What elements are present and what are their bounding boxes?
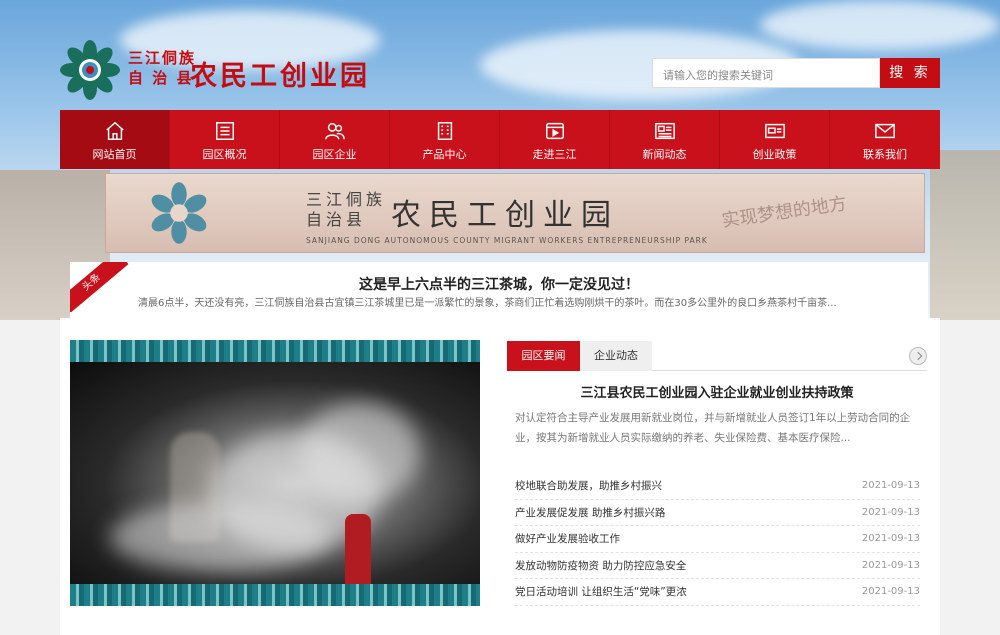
video-smoke <box>300 402 420 502</box>
nav-item-policy[interactable]: 创业政策 <box>720 110 830 169</box>
signboard-line2: 自治县 <box>306 210 367 229</box>
video-smoke <box>110 502 330 572</box>
nav-item-products[interactable]: 产品中心 <box>390 110 500 169</box>
news-date: 2021-09-13 <box>861 559 920 571</box>
video-pattern-bottom <box>70 584 480 606</box>
news-title[interactable]: 产业发展促发展 助推乡村振兴路 <box>515 505 665 520</box>
news-title[interactable]: 党日活动培训 让组织生活“党味”更浓 <box>515 584 687 599</box>
news-title[interactable]: 做好产业发展验收工作 <box>515 531 620 546</box>
tab-park-news[interactable]: 园区要闻 <box>507 341 580 371</box>
video-frame <box>70 362 480 602</box>
card-icon <box>764 123 785 139</box>
logo-emblem-icon <box>60 40 120 100</box>
nav-label: 产品中心 <box>422 148 467 161</box>
signboard-emblem-icon <box>151 182 207 244</box>
chevron-right-icon[interactable] <box>909 347 927 365</box>
logo-small-line2: 自 治 县 <box>128 69 194 87</box>
signboard-title: 农民工创业园 <box>391 198 619 233</box>
headline-desc: 清晨6点半，天还没有亮，三江侗族自治县古宜镇三江茶城里已是一派繁忙的景象，茶商们… <box>138 298 837 309</box>
tab-enterprise-news[interactable]: 企业动态 <box>580 341 652 371</box>
nav-label: 园区概况 <box>202 148 247 161</box>
main-content: 园区要闻 企业动态 三江县农民工创业园入驻企业就业创业扶持政策 对认定符合主导产… <box>60 318 940 635</box>
nav-label: 网站首页 <box>92 148 137 161</box>
nav-item-news[interactable]: 新闻动态 <box>610 110 720 169</box>
feature-title[interactable]: 三江县农民工创业园入驻企业就业创业扶持政策 <box>507 382 927 401</box>
video-pattern-top <box>70 340 480 362</box>
list-item[interactable]: 校地联合助发展，助推乡村振兴 2021-09-13 <box>515 473 920 500</box>
logo-small-line1: 三江侗族 <box>128 49 197 67</box>
logo-title: 农民工创业园 <box>190 61 370 92</box>
news-date: 2021-09-13 <box>861 533 920 545</box>
nav-label: 创业政策 <box>752 148 797 161</box>
nav-item-enterprises[interactable]: 园区企业 <box>280 110 390 169</box>
street-building-right <box>930 150 1000 320</box>
news-date: 2021-09-13 <box>861 480 920 492</box>
news-title[interactable]: 发放动物防疫物资 助力防控应急安全 <box>515 558 686 573</box>
signboard-english: SANJIANG DONG AUTONOMOUS COUNTY MIGRANT … <box>306 236 708 245</box>
headline-title[interactable]: 这是早上六点半的三江茶城，你一定没见过！ <box>70 274 928 294</box>
news-title[interactable]: 校地联合助发展，助推乡村振兴 <box>515 478 662 493</box>
nav-label: 走进三江 <box>532 148 577 161</box>
logo-small-text: 三江侗族 自 治 县 <box>128 48 196 88</box>
building-icon <box>437 122 452 140</box>
list-item[interactable]: 产业发展促发展 助推乡村振兴路 2021-09-13 <box>515 500 920 526</box>
signboard-line1: 三江侗族 <box>306 190 387 209</box>
news-date: 2021-09-13 <box>861 586 920 598</box>
nav-item-sanjiang[interactable]: 走进三江 <box>500 110 610 169</box>
signboard-small-text: 三江侗族 自治县 <box>306 190 386 230</box>
news-date: 2021-09-13 <box>861 506 920 518</box>
video-player[interactable] <box>70 340 480 606</box>
users-icon <box>324 122 345 140</box>
news-list: 校地联合助发展，助推乡村振兴 2021-09-13 产业发展促发展 助推乡村振兴… <box>515 473 920 606</box>
signboard-slogan: 实现梦想的地方 <box>720 193 849 232</box>
nav-item-overview[interactable]: 园区概况 <box>170 110 280 169</box>
news-tabs: 园区要闻 企业动态 <box>507 341 927 371</box>
headline-bar[interactable]: 头条 这是早上六点半的三江茶城，你一定没见过！ 清晨6点半，天还没有亮，三江侗族… <box>70 262 928 318</box>
newspaper-icon <box>654 122 675 140</box>
list-item[interactable]: 做好产业发展验收工作 2021-09-13 <box>515 526 920 553</box>
feature-desc: 对认定符合主导产业发展用新就业岗位，并与新增就业人员签订1年以上劳动合同的企业，… <box>515 412 911 444</box>
mail-icon <box>875 123 895 139</box>
search-input[interactable]: 请输入您的搜索关键词 <box>652 58 880 88</box>
nav-item-contact[interactable]: 联系我们 <box>830 110 940 169</box>
nav-label: 园区企业 <box>312 148 357 161</box>
header: 三江侗族 自 治 县 农民工创业园 请输入您的搜索关键词 搜 索 <box>60 40 940 106</box>
film-icon <box>545 122 564 140</box>
list-item[interactable]: 党日活动培训 让组织生活“党味”更浓 2021-09-13 <box>515 579 920 606</box>
nav-label: 新闻动态 <box>642 148 687 161</box>
list-item[interactable]: 发放动物防疫物资 助力防控应急安全 2021-09-13 <box>515 553 920 579</box>
main-nav: 网站首页 园区概况 园区企业 产品中心 走进三江 新闻动态 创业政策 联系我们 <box>60 110 940 169</box>
home-icon <box>105 121 124 140</box>
nav-label: 联系我们 <box>863 148 907 161</box>
park-signboard: 三江侗族 自治县 农民工创业园 SANJIANG DONG AUTONOMOUS… <box>105 173 925 253</box>
list-icon <box>215 122 234 140</box>
search-button[interactable]: 搜 索 <box>880 58 940 88</box>
nav-item-home[interactable]: 网站首页 <box>60 110 170 169</box>
